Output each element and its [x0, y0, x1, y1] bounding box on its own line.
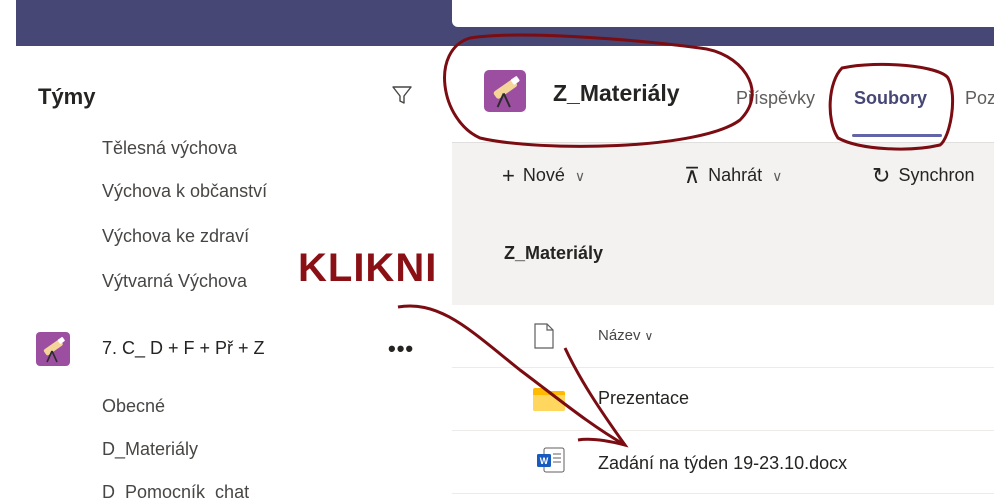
- channel-item[interactable]: D_Materiály: [102, 439, 198, 460]
- word-icon: W: [537, 447, 565, 473]
- new-label: Nové: [522, 165, 565, 185]
- tab-posts[interactable]: Příspěvky: [736, 88, 815, 109]
- channel-avatar: [484, 70, 526, 112]
- tab-files[interactable]: Soubory: [854, 88, 927, 109]
- channel-title: Z_Materiály: [553, 80, 680, 106]
- telescope-icon: [493, 76, 520, 108]
- team-avatar: [36, 332, 70, 366]
- file-name: Prezentace: [598, 388, 690, 408]
- sync-button[interactable]: ↻ Synchron: [872, 163, 974, 189]
- more-options-button[interactable]: •••: [388, 336, 414, 362]
- file-row[interactable]: W Zadání na týden 19-23.10.docx: [452, 431, 994, 494]
- channel-item[interactable]: D_Pomocník_chat: [102, 482, 249, 500]
- channel-item[interactable]: Obecné: [102, 396, 165, 417]
- upload-label: Nahrát: [708, 165, 763, 185]
- name-column-header[interactable]: Název ∨: [598, 327, 653, 344]
- channel-item[interactable]: Tělesná výchova: [102, 138, 237, 159]
- chevron-down-icon: ∨: [772, 168, 783, 184]
- sync-icon: ↻: [872, 163, 891, 188]
- chevron-down-icon: ∨: [574, 168, 586, 184]
- files-toolbar: + Nové ∨ ⊼ Nahrát ∨ ↻ Synchron: [452, 143, 994, 205]
- name-column-label: Název: [598, 327, 641, 344]
- files-list: Název ∨ Prezentace W Zadání na týden 19-2…: [452, 305, 994, 500]
- plus-icon: +: [502, 163, 515, 188]
- upload-button[interactable]: ⊼ Nahrát ∨: [684, 163, 782, 189]
- team-name: 7. C_ D + F + Př + Z: [102, 338, 265, 358]
- channel-item[interactable]: Výchova ke zdraví: [102, 226, 249, 247]
- upload-icon: ⊼: [684, 163, 701, 188]
- active-tab-indicator: [852, 134, 942, 137]
- annotation-label: KLIKNI: [298, 246, 438, 290]
- file-row[interactable]: Prezentace: [452, 368, 994, 431]
- folder-breadcrumb: Z_Materiály: [504, 243, 604, 263]
- channel-header: Z_Materiály Příspěvky Soubory Poz: [452, 46, 994, 143]
- header-search-area: [452, 0, 994, 27]
- channel-item[interactable]: Výchova k občanství: [102, 181, 267, 202]
- sync-label: Synchron: [898, 165, 975, 185]
- chevron-down-icon: ∨: [644, 329, 654, 343]
- new-button[interactable]: + Nové ∨: [502, 163, 585, 189]
- telescope-icon: [43, 337, 65, 363]
- teams-title: Týmy: [38, 84, 96, 109]
- svg-text:W: W: [540, 456, 549, 466]
- files-area: Z_Materiály Název ∨ Prezentace W Zadání …: [452, 205, 994, 500]
- channel-item[interactable]: Výtvarná Výchova: [102, 271, 247, 292]
- filter-icon[interactable]: [391, 84, 413, 106]
- column-header-row: Název ∨: [452, 305, 994, 368]
- document-icon: [534, 323, 554, 349]
- tab-more[interactable]: Poz: [965, 88, 994, 109]
- file-name: Zadání na týden 19-23.10.docx: [598, 453, 848, 473]
- team-row[interactable]: 7. C_ D + F + Př + Z •••: [16, 330, 452, 372]
- folder-icon: [533, 388, 565, 411]
